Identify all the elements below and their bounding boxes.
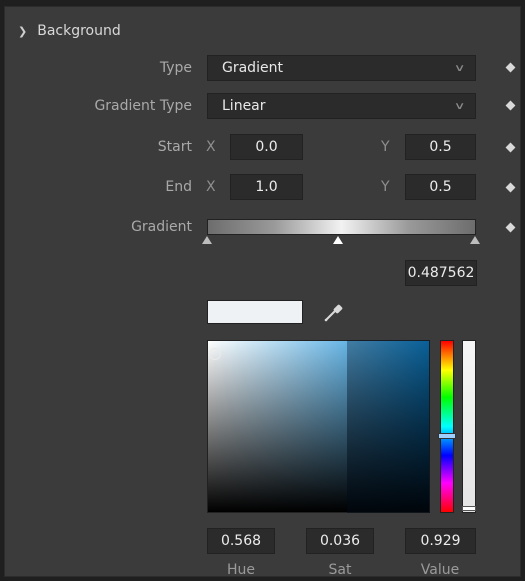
sat-field[interactable]: 0.036 [306, 528, 374, 554]
gradient-stop-selected[interactable] [333, 236, 343, 244]
sat-caption: Sat [328, 562, 352, 578]
start-y-axis-label: Y [381, 139, 390, 155]
value-slider[interactable] [462, 340, 476, 513]
gradient-stop-start[interactable] [202, 236, 212, 244]
start-label: Start [157, 139, 192, 155]
gradient-type-label: Gradient Type [94, 98, 192, 114]
hue-slider[interactable] [440, 340, 454, 513]
hue-caption: Hue [226, 562, 255, 578]
stop-position-field[interactable]: 0.487562 [405, 260, 477, 286]
start-x-field[interactable]: 0.0 [230, 134, 303, 160]
chevron-down-icon: ∨ [453, 62, 466, 74]
section-title: Background [37, 23, 121, 39]
end-x-axis-label: X [206, 179, 216, 195]
hue-field[interactable]: 0.568 [207, 528, 275, 554]
start-x-axis-label: X [206, 139, 216, 155]
gradient-type-dropdown[interactable]: Linear ∨ [207, 93, 476, 119]
section-header-background[interactable]: ❯ Background [18, 22, 121, 40]
eyedropper-icon[interactable] [322, 302, 344, 324]
type-label: Type [159, 60, 192, 76]
chevron-down-icon[interactable]: ❯ [18, 25, 27, 38]
value-caption: Value [420, 562, 460, 578]
color-swatch[interactable] [207, 300, 303, 324]
value-field[interactable]: 0.929 [405, 528, 476, 554]
saturation-value-marker[interactable] [209, 348, 221, 360]
gradient-stop-end[interactable] [470, 236, 480, 244]
end-label: End [165, 179, 192, 195]
type-value: Gradient [222, 60, 283, 76]
saturation-value-field[interactable] [207, 340, 430, 513]
chevron-down-icon: ∨ [453, 100, 466, 112]
hue-slider-handle[interactable] [438, 433, 456, 439]
gradient-type-value: Linear [222, 98, 266, 114]
gradient-label: Gradient [131, 219, 192, 235]
end-y-axis-label: Y [381, 179, 390, 195]
end-x-field[interactable]: 1.0 [230, 174, 303, 200]
type-dropdown[interactable]: Gradient ∨ [207, 55, 476, 81]
start-y-field[interactable]: 0.5 [405, 134, 476, 160]
end-y-field[interactable]: 0.5 [405, 174, 476, 200]
value-slider-handle[interactable] [462, 506, 476, 511]
gradient-bar[interactable] [207, 219, 476, 235]
